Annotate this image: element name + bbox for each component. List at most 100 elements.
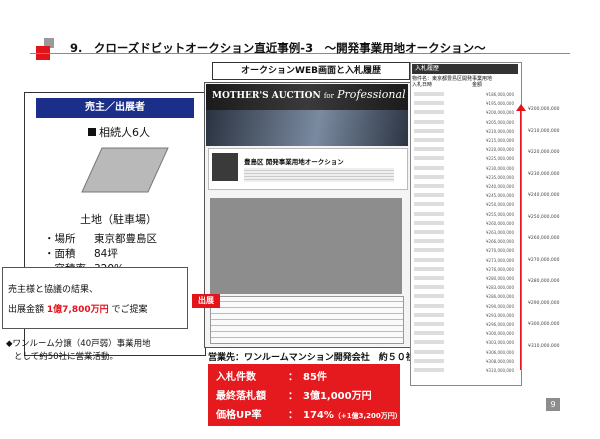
bid-row-amount: ¥263,000,000	[486, 230, 514, 235]
bid-row-date-redacted	[414, 211, 444, 216]
bid-row: ¥195,000,000	[414, 101, 518, 106]
bid-row: ¥230,000,000	[414, 165, 518, 171]
bid-row-date-redacted	[414, 303, 444, 308]
bid-row: ¥210,000,000	[414, 128, 518, 134]
web-logo-for: for	[323, 92, 334, 100]
web-lot-thumbnail	[212, 153, 238, 181]
heirs-text: 相続人6人	[99, 126, 150, 139]
bid-row-amount: ¥290,000,000	[486, 303, 514, 309]
bid-row-amount: ¥210,000,000	[486, 128, 514, 134]
bid-row-amount: ¥310,000,000	[486, 368, 514, 373]
bid-row: ¥276,000,000	[414, 266, 518, 272]
bid-row: ¥306,000,000	[414, 349, 518, 355]
bid-row-date-redacted	[414, 368, 444, 372]
bid-row-date-redacted	[414, 331, 444, 336]
side-price: ¥290,000,000	[528, 300, 560, 306]
bid-row-amount: ¥200,000,000	[486, 110, 514, 116]
land-parallelogram-icon	[81, 147, 169, 193]
stat-label: 最終落札額	[216, 391, 266, 402]
property-key: ・場所	[44, 233, 76, 245]
stat-value: ： 174%	[288, 410, 334, 421]
bid-row: ¥235,000,000	[414, 174, 518, 180]
heirs-label: 相続人6人	[88, 124, 150, 140]
bid-row-amount: ¥235,000,000	[486, 174, 514, 180]
seller-heading: 売主／出展者	[36, 98, 194, 118]
bid-row: ¥186,000,000	[414, 92, 518, 97]
web-logo-main: MOTHER'S AUCTION	[212, 91, 321, 101]
sales-note-line1: ◆ワンルーム分譲（40戸弱）事業用地	[6, 339, 151, 349]
bid-row: ¥310,000,000	[414, 368, 518, 373]
bid-row: ¥296,000,000	[414, 322, 518, 327]
bid-row-date-redacted	[414, 92, 444, 96]
side-price: ¥200,000,000	[528, 107, 560, 112]
square-bullet-icon	[88, 128, 96, 136]
bid-row-amount: ¥280,000,000	[486, 276, 514, 281]
bid-row: ¥250,000,000	[414, 202, 518, 207]
bid-row-amount: ¥225,000,000	[486, 156, 514, 162]
property-row: ・面積 84坪	[44, 247, 166, 262]
web-lot-details	[244, 168, 394, 182]
bid-row: ¥245,000,000	[414, 193, 518, 198]
bid-row-date-redacted	[414, 147, 444, 152]
stat-value: ： 85件	[288, 372, 327, 383]
web-property-table	[210, 296, 404, 344]
bid-row-date-redacted	[414, 358, 444, 363]
side-price: ¥300,000,000	[528, 322, 560, 327]
bid-row-amount: ¥276,000,000	[486, 266, 514, 272]
page-title: 9. クローズドビットオークション直近事例-3 ～開発事業用地オークション～	[70, 41, 486, 55]
bid-row: ¥240,000,000	[414, 184, 518, 189]
bid-row-amount: ¥255,000,000	[486, 211, 514, 217]
bid-row-amount: ¥205,000,000	[486, 119, 514, 125]
price-up-arrow-line	[520, 110, 521, 370]
bid-row-amount: ¥240,000,000	[486, 184, 514, 189]
bid-row-amount: ¥245,000,000	[486, 193, 514, 199]
side-price: ¥240,000,000	[528, 193, 560, 198]
bid-row-date-redacted	[414, 202, 444, 207]
bid-row-amount: ¥300,000,000	[486, 331, 514, 337]
bid-row-date-redacted	[414, 138, 444, 142]
bid-row: ¥200,000,000	[414, 110, 518, 115]
bid-row-date-redacted	[414, 266, 444, 271]
sales-note: ◆ワンルーム分譲（40戸弱）事業用地 として約50社に営業活動。	[6, 338, 151, 364]
stat-label: 価格UP率	[216, 410, 262, 421]
consultation-amount: 1億7,800万円	[46, 305, 109, 315]
bid-row: ¥293,000,000	[414, 312, 518, 318]
bid-row: ¥255,000,000	[414, 211, 518, 217]
bid-row-date-redacted	[414, 257, 444, 262]
bid-row-date-redacted	[414, 174, 444, 179]
bid-info-amount-col: 金額	[472, 82, 483, 88]
web-hero-image	[206, 110, 408, 146]
client-line: 営業先：ワンルームマンション開発会社 約５０社	[208, 353, 415, 363]
stat-row: 入札件数 ： 85件	[216, 368, 327, 383]
bid-row-amount: ¥283,000,000	[486, 285, 514, 291]
stat-row: 価格UP率 ： 174%（+1億3,200万円）	[216, 406, 402, 421]
consultation-line2: 出展金額 1億7,800万円 でご提案	[8, 302, 147, 315]
page-number: 9	[546, 398, 560, 411]
bid-row-date-redacted	[414, 156, 444, 161]
bid-row: ¥205,000,000	[414, 119, 518, 125]
bid-row-amount: ¥215,000,000	[486, 138, 514, 143]
bid-row-amount: ¥306,000,000	[486, 349, 514, 355]
bid-row: ¥273,000,000	[414, 257, 518, 263]
consultation-prefix: 出展金額	[8, 305, 47, 315]
bid-row: ¥270,000,000	[414, 248, 518, 253]
bid-row-amount: ¥296,000,000	[486, 322, 514, 327]
bid-row: ¥220,000,000	[414, 147, 518, 152]
bid-row-date-redacted	[414, 110, 444, 115]
side-price: ¥250,000,000	[528, 214, 560, 220]
bid-row-date-redacted	[414, 276, 444, 280]
bid-row-date-redacted	[414, 119, 444, 124]
bid-row: ¥286,000,000	[414, 294, 518, 299]
bid-side-prices: ¥200,000,000 ¥210,000,000 ¥220,000,000 ¥230…	[528, 106, 560, 364]
side-price: ¥220,000,000	[528, 150, 560, 155]
bid-row-date-redacted	[414, 230, 444, 234]
bid-row-date-redacted	[414, 239, 444, 244]
bid-row-amount: ¥293,000,000	[486, 312, 514, 318]
bid-row-date-redacted	[414, 220, 444, 225]
output-tag: 出展	[192, 294, 220, 308]
side-price: ¥210,000,000	[528, 128, 560, 134]
property-value: 84坪	[94, 248, 118, 260]
bid-row: ¥280,000,000	[414, 276, 518, 281]
stat-row: 最終落札額 ： 3億1,000万円	[216, 387, 372, 402]
bid-row-amount: ¥266,000,000	[486, 239, 514, 245]
